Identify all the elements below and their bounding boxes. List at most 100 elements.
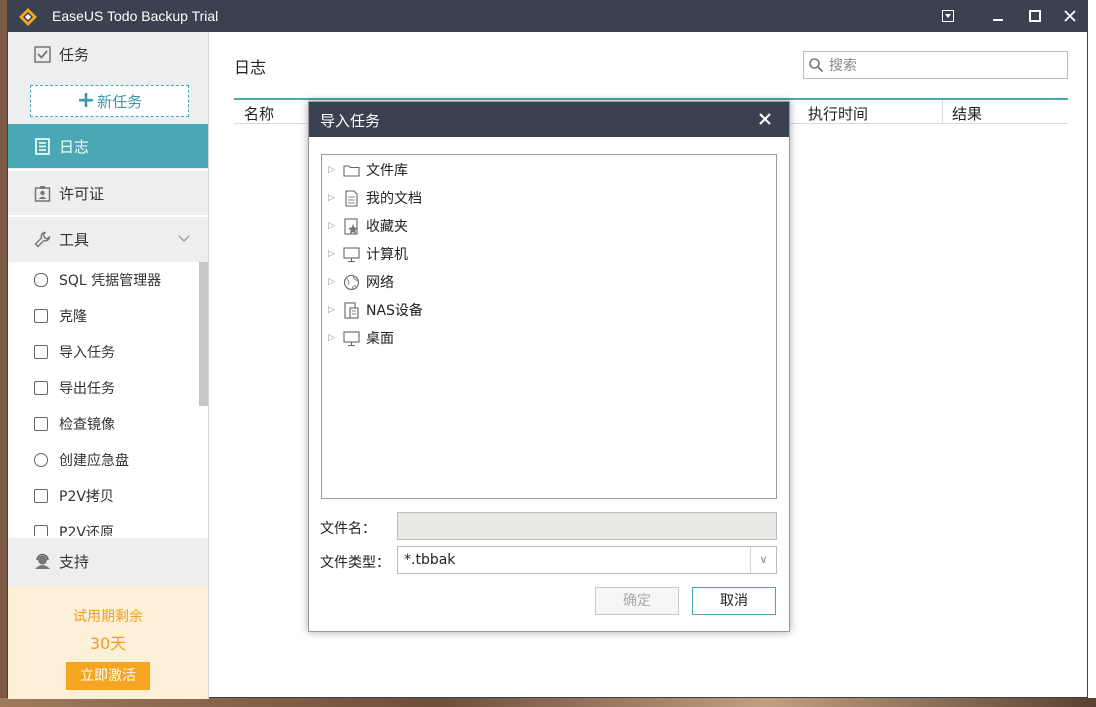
support-agent-icon	[35, 553, 50, 569]
desktop-background-right	[1088, 0, 1096, 707]
tool-label: P2V还原	[59, 525, 114, 536]
expand-arrow-icon[interactable]: ▷	[328, 305, 338, 315]
new-task-label: 新任务	[97, 92, 143, 111]
sidebar-item-license[interactable]: 许可证	[8, 171, 208, 215]
export-icon	[34, 381, 48, 395]
dialog-close-button[interactable]	[755, 109, 775, 129]
tree-node-desktop[interactable]: ▷ 桌面	[328, 326, 394, 350]
tool-label: 导出任务	[59, 381, 115, 397]
expand-arrow-icon[interactable]: ▷	[328, 333, 338, 343]
app-window: EaseUS Todo Backup Trial 任务 + 新任务 日志 许可证…	[7, 0, 1088, 699]
tree-node-my-documents[interactable]: ▷ 我的文档	[328, 186, 422, 210]
tree-node-library[interactable]: ▷ 文件库	[328, 158, 408, 182]
sidebar-item-tasks[interactable]: 任务	[8, 32, 208, 76]
folder-icon	[343, 164, 360, 177]
sidebar-item-label: 支持	[59, 552, 90, 571]
computer-icon	[343, 246, 360, 262]
chevron-down-icon[interactable]: ∨	[750, 547, 776, 573]
clone-icon	[34, 309, 48, 323]
network-icon	[343, 274, 360, 290]
expand-arrow-icon[interactable]: ▷	[328, 249, 338, 259]
tool-create-emergency-disk[interactable]: 创建应急盘	[8, 442, 208, 478]
wrench-icon	[34, 231, 51, 247]
filetype-select[interactable]: *.tbbak ∨	[397, 546, 777, 574]
tool-p2v-copy[interactable]: P2V拷贝	[8, 478, 208, 514]
close-window-button[interactable]	[1058, 5, 1082, 27]
page-title: 日志	[234, 58, 267, 77]
filename-label: 文件名：	[320, 521, 376, 537]
tool-clone[interactable]: 克隆	[8, 298, 208, 334]
tool-label: 导入任务	[59, 345, 115, 361]
tree-node-label: 收藏夹	[366, 219, 408, 235]
plus-icon: +	[76, 88, 96, 113]
expand-arrow-icon[interactable]: ▷	[328, 165, 338, 175]
favorites-icon	[344, 217, 358, 235]
desktop-icon	[343, 330, 360, 346]
tree-node-favorites[interactable]: ▷ 收藏夹	[328, 214, 408, 238]
check-box-icon	[34, 417, 48, 431]
p2v-restore-icon	[34, 525, 48, 536]
search-icon	[809, 58, 824, 73]
tool-import-task[interactable]: 导入任务	[8, 334, 208, 370]
sidebar-item-tools[interactable]: 工具	[8, 217, 208, 261]
tools-scrollbar-thumb[interactable]	[199, 262, 208, 406]
chevron-down-icon	[178, 235, 190, 242]
sidebar-item-support[interactable]: 支持	[8, 538, 208, 584]
app-title: EaseUS Todo Backup Trial	[52, 8, 219, 24]
sidebar-item-log[interactable]: 日志	[8, 124, 208, 168]
filetype-label: 文件类型：	[320, 555, 390, 571]
p2v-copy-icon	[34, 489, 48, 503]
tool-p2v-restore[interactable]: P2V还原	[8, 514, 208, 536]
task-check-icon	[34, 45, 51, 63]
expand-arrow-icon[interactable]: ▷	[328, 221, 338, 231]
close-icon	[1064, 10, 1076, 22]
tree-node-label: 网络	[366, 275, 394, 291]
column-header-name[interactable]: 名称	[244, 103, 274, 124]
cancel-button[interactable]: 取消	[692, 587, 776, 615]
title-bar: EaseUS Todo Backup Trial	[8, 1, 1087, 32]
tree-node-computer[interactable]: ▷ 计算机	[328, 242, 408, 266]
activate-now-button[interactable]: 立即激活	[66, 662, 150, 690]
minimize-icon	[993, 19, 1003, 21]
expand-arrow-icon[interactable]: ▷	[328, 277, 338, 287]
import-task-dialog: 导入任务 ▷ 文件库 ▷ 我的文档 ▷ 收藏夹 ▷ 计算机 ▷ 网络 ▷ NAS…	[308, 101, 790, 632]
close-icon	[759, 113, 771, 125]
app-logo-icon	[19, 8, 37, 26]
database-icon	[34, 273, 48, 287]
search-input[interactable]: 搜索	[803, 51, 1068, 79]
tree-node-label: 文件库	[366, 163, 408, 179]
tool-export-task[interactable]: 导出任务	[8, 370, 208, 406]
column-divider	[942, 100, 943, 124]
sidebar-item-label: 工具	[59, 230, 90, 249]
tree-node-label: 桌面	[366, 331, 394, 347]
minimize-button[interactable]	[986, 5, 1010, 27]
tool-sql-credentials[interactable]: SQL 凭据管理器	[8, 262, 208, 298]
tool-label: 检查镜像	[59, 417, 115, 433]
desktop-background-bottom	[0, 698, 1096, 707]
tree-node-nas-devices[interactable]: ▷ NAS设备	[328, 298, 423, 322]
expand-arrow-icon[interactable]: ▷	[328, 193, 338, 203]
filename-field[interactable]	[397, 512, 777, 540]
trial-remaining-label: 试用期剩余	[73, 609, 143, 625]
settings-menu-button[interactable]	[936, 5, 960, 27]
filetype-value: *.tbbak	[404, 552, 456, 568]
sidebar: 任务 + 新任务 日志 许可证 工具 SQL 凭据管理器 克隆 导入任务 导出任…	[8, 32, 209, 699]
new-task-button[interactable]: + 新任务	[30, 85, 189, 117]
maximize-button[interactable]	[1023, 5, 1047, 27]
tree-node-label: 计算机	[366, 247, 408, 263]
import-icon	[34, 345, 48, 359]
ok-button[interactable]: 确定	[595, 587, 679, 615]
column-header-execution-time[interactable]: 执行时间	[808, 103, 868, 124]
column-header-result[interactable]: 结果	[952, 103, 982, 124]
tool-label: 克隆	[59, 309, 87, 325]
tool-check-image[interactable]: 检查镜像	[8, 406, 208, 442]
log-document-icon	[35, 137, 50, 155]
folder-tree[interactable]: ▷ 文件库 ▷ 我的文档 ▷ 收藏夹 ▷ 计算机 ▷ 网络 ▷ NAS设备 ▷ …	[321, 154, 777, 499]
sidebar-item-label: 日志	[59, 137, 90, 156]
tree-node-network[interactable]: ▷ 网络	[328, 270, 394, 294]
trial-days: 30天	[89, 634, 127, 653]
dialog-title: 导入任务	[320, 112, 381, 130]
sidebar-item-label: 许可证	[59, 184, 105, 203]
sidebar-item-label: 任务	[59, 45, 90, 64]
document-icon	[345, 189, 358, 207]
